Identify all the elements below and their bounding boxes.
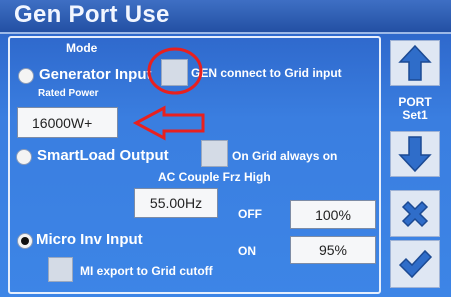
annotation-circle	[147, 47, 203, 95]
annotation-arrow	[132, 105, 205, 141]
annotation-overlay	[132, 47, 205, 141]
screen: Gen Port Use Mode Generator Input GEN co…	[0, 0, 451, 297]
